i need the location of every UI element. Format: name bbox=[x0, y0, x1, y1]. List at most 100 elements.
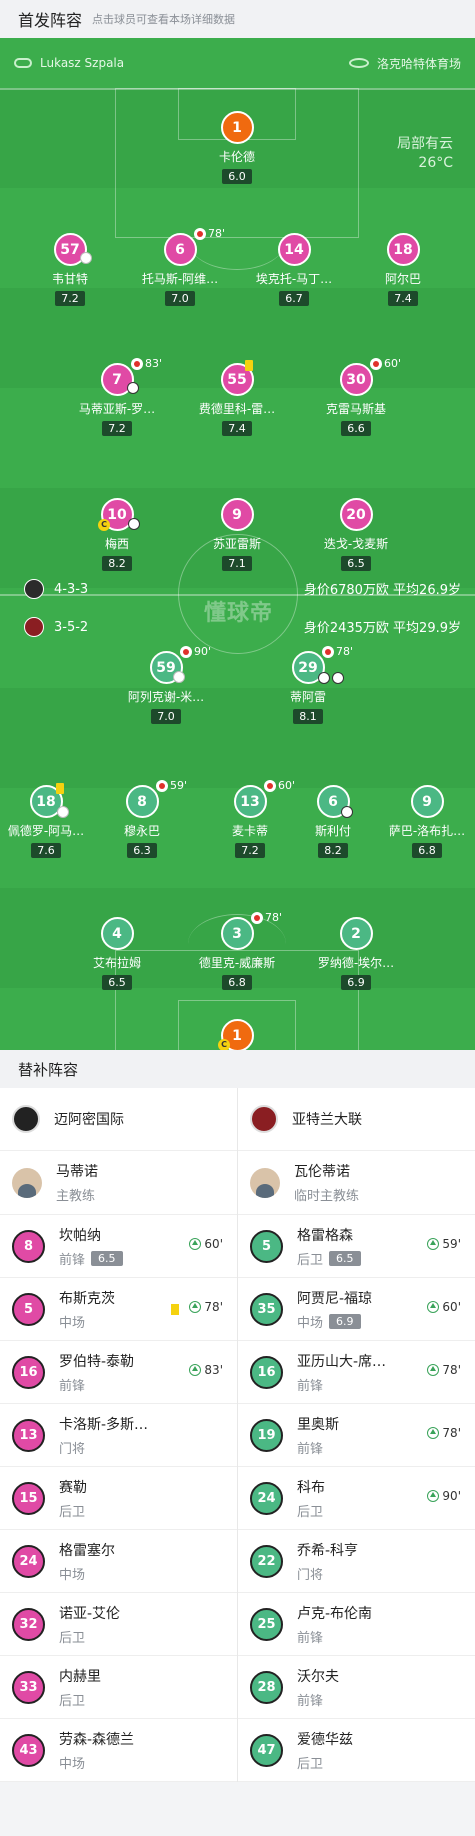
sub-player-number: 5 bbox=[250, 1229, 283, 1263]
sub-player-position: 前锋 bbox=[59, 1252, 86, 1268]
away-player-2[interactable]: 2 罗纳德-埃尔… 6.9 bbox=[306, 917, 406, 990]
sub-player-position: 前锋 bbox=[297, 1441, 324, 1457]
sub-player-row[interactable]: 5 格雷格森 后卫 6.5 59' bbox=[238, 1215, 475, 1278]
home-player-6[interactable]: 6 托马斯-阿维… 7.0 78' bbox=[130, 227, 230, 306]
sub-player-position: 前锋 bbox=[297, 1378, 324, 1394]
sub-in-minute: 90' bbox=[442, 1489, 461, 1503]
away-player-8[interactable]: 8 穆永巴 6.3 59' bbox=[92, 779, 192, 858]
player-number: 9 bbox=[410, 785, 444, 818]
player-rating: 6.5 bbox=[341, 556, 371, 571]
swap-icon bbox=[80, 252, 92, 264]
sub-player-row[interactable]: 15 赛勒 后卫 bbox=[0, 1467, 237, 1530]
sub-player-row[interactable]: 8 坎帕纳 前锋 6.5 60' bbox=[0, 1215, 237, 1278]
sub-player-row[interactable]: 33 内赫里 后卫 bbox=[0, 1656, 237, 1719]
home-coach-row[interactable]: 马蒂诺 主教练 bbox=[0, 1151, 237, 1215]
lineup-hint: 点击球员可查看本场详细数据 bbox=[92, 13, 236, 26]
away-player-1[interactable]: 1古赞7.7 bbox=[187, 1019, 287, 1050]
away-subs: 亚特兰大联 瓦伦蒂诺 临时主教练 5 格雷格森 后卫 6.5 59' 35 阿贾尼-福琼 中场… bbox=[237, 1088, 475, 1782]
temperature: 26°C bbox=[418, 155, 453, 171]
sub-in-minute: 83' bbox=[204, 1363, 223, 1377]
sub-off-icon bbox=[180, 645, 192, 658]
sub-player-position: 后卫 bbox=[59, 1630, 86, 1646]
away-formation: 3-5-2 bbox=[54, 619, 89, 635]
home-player-55[interactable]: 55 费德里科-雷… 7.4 bbox=[187, 363, 287, 436]
sub-player-row[interactable]: 5 布斯克茨 中场 78' bbox=[0, 1278, 237, 1341]
substitution-event: 59' bbox=[156, 779, 187, 792]
sub-player-row[interactable]: 24 科布 后卫 90' bbox=[238, 1467, 475, 1530]
sub-player-row[interactable]: 16 亚历山大-席… 前锋 78' bbox=[238, 1341, 475, 1404]
sub-player-row[interactable]: 16 罗伯特-泰勒 前锋 83' bbox=[0, 1341, 237, 1404]
home-player-1[interactable]: 1 卡伦德 6.0 bbox=[187, 111, 287, 184]
sub-on-icon bbox=[189, 1238, 202, 1250]
sub-player-name: 乔希-科亨 bbox=[297, 1542, 359, 1559]
venue-name: 洛克哈特体育场 bbox=[376, 56, 461, 71]
sub-player-row[interactable]: 32 诺亚-艾伦 后卫 bbox=[0, 1593, 237, 1656]
sub-player-position: 后卫 bbox=[297, 1504, 324, 1520]
home-player-10[interactable]: 10 梅西 8.2 bbox=[67, 498, 167, 571]
substitution-event: 78' bbox=[322, 645, 353, 658]
player-rating: 7.4 bbox=[222, 421, 252, 436]
home-player-30[interactable]: 30 克雷马斯基 6.6 60' bbox=[306, 357, 406, 436]
player-name: 萨巴-洛布扎… bbox=[388, 824, 466, 838]
player-number: 30 bbox=[339, 363, 373, 396]
sub-player-number: 16 bbox=[12, 1355, 45, 1389]
yellow-card-icon bbox=[56, 783, 64, 794]
coach-role: 主教练 bbox=[56, 1189, 96, 1204]
sub-on-icon bbox=[427, 1490, 440, 1502]
ball-icon bbox=[128, 518, 140, 530]
away-player-4[interactable]: 4 艾布拉姆 6.5 bbox=[67, 917, 167, 990]
sub-off-icon bbox=[370, 357, 382, 370]
home-player-14[interactable]: 14 埃克托-马丁… 6.7 bbox=[244, 233, 344, 306]
sub-player-row[interactable]: 22 乔希-科亨 门将 bbox=[238, 1530, 475, 1593]
home-team-row[interactable]: 迈阿密国际 bbox=[0, 1088, 237, 1151]
home-player-57[interactable]: 57 韦甘特 7.2 bbox=[20, 233, 120, 306]
pitch: Lukasz Szpala 洛克哈特体育场 局部有云 26°C 懂球帝 4-3-… bbox=[0, 38, 475, 1050]
sub-player-row[interactable]: 13 卡洛斯-多斯… 门将 bbox=[0, 1404, 237, 1467]
sub-off-icon bbox=[322, 645, 334, 658]
home-player-7[interactable]: 7 马蒂亚斯-罗… 7.2 83' bbox=[67, 357, 167, 436]
away-player-59[interactable]: 59 阿列克谢-米… 7.0 90' bbox=[116, 645, 216, 724]
sub-player-row[interactable]: 25 卢克-布伦南 前锋 bbox=[238, 1593, 475, 1656]
player-rating: 8.2 bbox=[102, 556, 132, 571]
away-team-row[interactable]: 亚特兰大联 bbox=[238, 1088, 475, 1151]
sub-off-icon bbox=[264, 779, 276, 792]
sub-player-row[interactable]: 19 里奥斯 前锋 78' bbox=[238, 1404, 475, 1467]
player-number: 8 bbox=[125, 785, 159, 818]
away-player-3[interactable]: 3 德里克-威廉斯 6.8 78' bbox=[187, 911, 287, 990]
player-number: 6 bbox=[163, 233, 197, 266]
home-subs: 迈阿密国际 马蒂诺 主教练 8 坎帕纳 前锋 6.5 60' 5 布斯克茨 中场 78' 16 罗伯… bbox=[0, 1088, 237, 1782]
sub-in-event: 78' bbox=[427, 1363, 461, 1377]
player-number: 18 bbox=[386, 233, 420, 266]
home-player-18[interactable]: 18 阿尔巴 7.4 bbox=[353, 233, 453, 306]
player-rating: 7.2 bbox=[235, 843, 265, 858]
away-coach-row[interactable]: 瓦伦蒂诺 临时主教练 bbox=[238, 1151, 475, 1215]
away-player-6[interactable]: 6 斯利付 8.2 bbox=[283, 785, 383, 858]
sub-player-row[interactable]: 47 爱德华兹 后卫 bbox=[238, 1719, 475, 1782]
home-player-20[interactable]: 20 迭戈-戈麦斯 6.5 bbox=[306, 498, 406, 571]
away-player-29[interactable]: 29 蒂阿雷 8.1 78' bbox=[258, 645, 358, 724]
whistle-icon bbox=[14, 58, 32, 68]
substitution-event: 78' bbox=[251, 911, 282, 924]
sub-player-name: 罗伯特-泰勒 bbox=[59, 1353, 135, 1370]
home-player-9[interactable]: 9 苏亚雷斯 7.1 bbox=[187, 498, 287, 571]
sub-player-row[interactable]: 35 阿贾尼-福琼 中场 6.9 60' bbox=[238, 1278, 475, 1341]
player-rating: 7.1 bbox=[222, 556, 252, 571]
sub-player-number: 13 bbox=[12, 1418, 45, 1452]
home-team-value: 身价6780万欧 平均26.9岁 bbox=[303, 583, 461, 598]
player-name: 埃克托-马丁… bbox=[255, 272, 333, 286]
away-player-9[interactable]: 9 萨巴-洛布扎… 6.8 bbox=[377, 785, 475, 858]
sub-player-row[interactable]: 28 沃尔夫 前锋 bbox=[238, 1656, 475, 1719]
home-team-logo bbox=[12, 1105, 40, 1133]
sub-player-row[interactable]: 24 格雷塞尔 中场 bbox=[0, 1530, 237, 1593]
coach-avatar bbox=[250, 1167, 280, 1198]
away-team-name: 亚特兰大联 bbox=[292, 1112, 362, 1128]
sub-player-name: 爱德华兹 bbox=[297, 1731, 353, 1748]
sub-in-minute: 78' bbox=[442, 1426, 461, 1440]
sub-player-row[interactable]: 43 劳森-森德兰 中场 bbox=[0, 1719, 237, 1782]
stadium-icon bbox=[348, 58, 369, 68]
player-name: 阿列克谢-米… bbox=[127, 690, 205, 704]
lineup-header: 首发阵容 点击球员可查看本场详细数据 bbox=[0, 0, 475, 38]
match-info: Lukasz Szpala 洛克哈特体育场 bbox=[0, 38, 475, 88]
lineup-title: 首发阵容 bbox=[18, 11, 83, 30]
away-player-18[interactable]: 18 佩德罗-阿马… 7.6 bbox=[0, 785, 96, 858]
